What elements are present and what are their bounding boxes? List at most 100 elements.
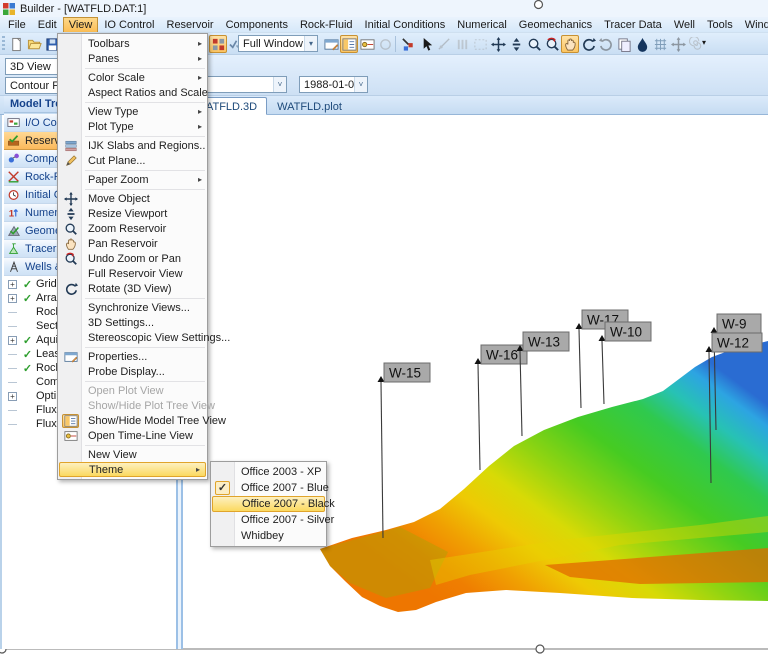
tree-dash [8,424,17,425]
menu-item-ijk-slabs-and-regions[interactable]: IJK Slabs and Regions.. [58,138,207,153]
slope-icon[interactable] [435,35,453,53]
menu-item-open-plot-view[interactable]: Open Plot View [58,383,207,398]
droplet-icon[interactable] [633,35,651,53]
menu-tracer-data[interactable]: Tracer Data [598,17,668,32]
theme-option-whidbey[interactable]: Whidbey [211,528,326,544]
menu-window[interactable]: Window [739,17,768,32]
menu-view[interactable]: View [63,17,99,32]
rotate-cw-icon[interactable] [597,35,615,53]
menu-item-3d-settings[interactable]: 3D Settings... [58,315,207,330]
menu-item-new-view[interactable]: New View [58,447,207,462]
check-icon: ✓ [21,278,34,291]
well-marker-icon [711,327,718,333]
move-object-icon[interactable] [489,35,507,53]
theme-option-office-2007-silver[interactable]: Office 2007 - Silver [211,512,326,528]
pointer-icon[interactable] [417,35,435,53]
dashed-rect-icon[interactable] [471,35,489,53]
menu-item-panes[interactable]: Panes▸ [58,51,207,66]
submenu-arrow-icon: ▸ [198,175,202,184]
open-folder-icon[interactable] [25,35,43,53]
menu-geomechanics[interactable]: Geomechanics [513,17,598,32]
menu-numerical[interactable]: Numerical [451,17,513,32]
window-mode-combo[interactable]: Full Window ▾ [238,35,318,52]
expand-icon[interactable]: + [8,392,17,401]
check-icon: ✓ [21,362,34,375]
grid-toggle-icon[interactable] [209,35,227,53]
fence-icon[interactable] [453,35,471,53]
menu-item-pan-reservoir[interactable]: Pan Reservoir [58,236,207,251]
probe-icon[interactable] [399,35,417,53]
menu-item-color-scale[interactable]: Color Scale▸ [58,70,207,85]
tab-watfld-plot[interactable]: WATFLD.plot [267,97,352,115]
grid-fence-icon[interactable] [651,35,669,53]
well-marker-icon [475,358,482,364]
menu-edit[interactable]: Edit [32,17,63,32]
pages-icon[interactable] [615,35,633,53]
theme-option-office-2003-xp[interactable]: Office 2003 - XP [211,464,326,480]
viewport-handle-bottom[interactable] [536,645,544,653]
menu-item-probe-display[interactable]: Probe Display... [58,364,207,379]
menu-item-synchronize-views[interactable]: Synchronize Views... [58,300,207,315]
menu-separator [85,445,205,446]
theme-option-office-2007-black[interactable]: Office 2007 - Black [212,496,325,512]
submenu-arrow-icon: ▸ [198,54,202,63]
zoom-icon[interactable] [525,35,543,53]
chevron-down-icon[interactable]: ▾ [304,36,317,51]
theme-option-office-2007-blue[interactable]: ✓Office 2007 - Blue [211,480,326,496]
tree-dash [8,312,17,313]
menu-initial-conditions[interactable]: Initial Conditions [359,17,452,32]
menu-file[interactable]: File [2,17,32,32]
pan-hand-icon [62,237,79,251]
menu-item-view-type[interactable]: View Type▸ [58,104,207,119]
view-menu-popup: Toolbars▸Panes▸ Color Scale▸Aspect Ratios… [57,33,208,480]
menu-item-undo-zoom-or-pan[interactable]: Undo Zoom or Pan [58,251,207,266]
menu-item-theme[interactable]: Theme▸ [59,462,206,477]
resize-viewport-icon[interactable] [507,35,525,53]
expand-icon[interactable]: + [8,280,17,289]
menu-item-full-reservoir-view[interactable]: Full Reservoir View [58,266,207,281]
zoom-undo-icon[interactable] [543,35,561,53]
menu-components[interactable]: Components [220,17,294,32]
menu-item-show-hide-model-tree-view[interactable]: Show/Hide Model Tree View [58,413,207,428]
pan-hand-icon[interactable] [561,35,579,53]
pencil-icon [62,154,79,168]
menu-io-control[interactable]: IO Control [98,17,160,32]
menu-item-plot-type[interactable]: Plot Type▸ [58,119,207,134]
date-combo[interactable]: 1988-01-01 ˅ [299,76,368,93]
toolbar-overflow-icon[interactable]: ▾ [702,38,706,47]
menu-item-rotate-3d-view[interactable]: Rotate (3D View) [58,281,207,296]
circle-icon[interactable] [376,35,394,53]
menu-item-properties[interactable]: Properties... [58,349,207,364]
menu-item-paper-zoom[interactable]: Paper Zoom▸ [58,172,207,187]
expand-icon[interactable]: + [8,336,17,345]
well-label: W-15 [389,366,421,381]
menu-rock-fluid[interactable]: Rock-Fluid [294,17,359,32]
rotate-ccw-icon[interactable] [579,35,597,53]
menu-item-resize-viewport[interactable]: Resize Viewport [58,206,207,221]
chevron-down-icon[interactable]: ˅ [354,77,367,92]
rock-fluid-icon [7,170,21,184]
menu-item-zoom-reservoir[interactable]: Zoom Reservoir [58,221,207,236]
menu-item-stereoscopic-view-settings[interactable]: Stereoscopic View Settings... [58,330,207,345]
move-object-icon[interactable] [669,35,687,53]
menu-separator [85,102,205,103]
menu-item-show-hide-plot-tree-view[interactable]: Show/Hide Plot Tree View [58,398,207,413]
menu-item-open-time-line-view[interactable]: Open Time-Line View [58,428,207,443]
menu-item-aspect-ratios-and-scale[interactable]: Aspect Ratios and Scale [58,85,207,100]
time-line-icon[interactable] [358,35,376,53]
chevron-down-icon[interactable]: ˅ [273,77,286,92]
toolbar-grip[interactable] [2,36,5,52]
expand-icon[interactable]: + [8,294,17,303]
menu-item-move-object[interactable]: Move Object [58,191,207,206]
geomechanics-icon [7,224,21,238]
model-tree-panel-icon[interactable] [340,35,358,53]
menu-item-toolbars[interactable]: Toolbars▸ [58,36,207,51]
submenu-arrow-icon: ▸ [198,39,202,48]
menu-reservoir[interactable]: Reservoir [161,17,220,32]
new-file-icon[interactable] [7,35,25,53]
viewport-handle-top[interactable] [531,0,547,10]
menu-well[interactable]: Well [668,17,701,32]
menu-tools[interactable]: Tools [701,17,739,32]
properties-window-icon[interactable] [322,35,340,53]
menu-item-cut-plane[interactable]: Cut Plane... [58,153,207,168]
